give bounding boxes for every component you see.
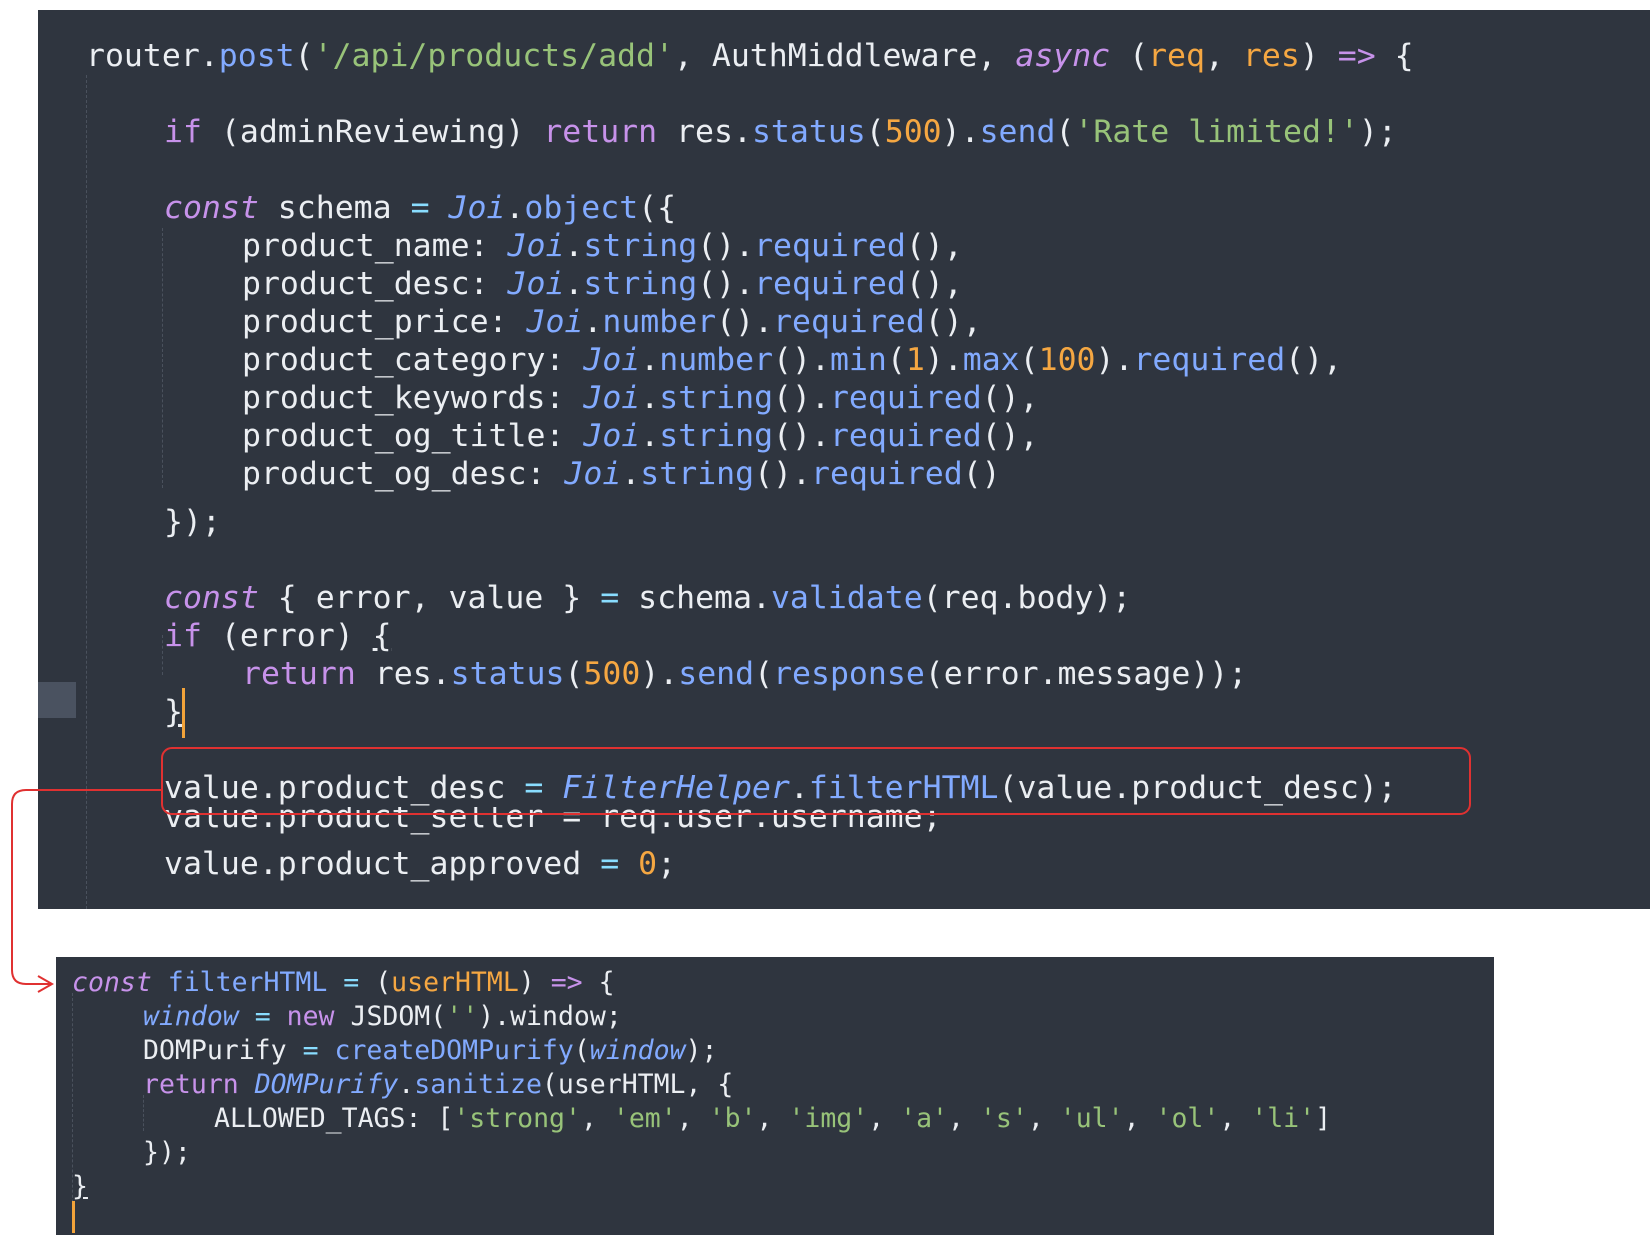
code-block-route-handler: router.post('/api/products/add', AuthMid… [38, 10, 1414, 882]
allowed-tag-string: 'ul' [1059, 1103, 1124, 1134]
gutter-marker [38, 682, 76, 718]
schema-field-key: product_og_desc [242, 456, 527, 492]
text-cursor [72, 1201, 75, 1233]
schema-field-line: product_og_desc: Joi.string().required() [242, 456, 1001, 492]
schema-field-key: product_keywords [242, 380, 546, 416]
code-editor-top[interactable]: router.post('/api/products/add', AuthMid… [38, 10, 1650, 909]
allowed-tag-string: 's' [979, 1103, 1028, 1134]
allowed-tag-string: 'a' [900, 1103, 949, 1134]
schema-field-line: product_price: Joi.number().required(), [242, 304, 982, 340]
code-line-18-highlighted: value.product_desc = FilterHelper.filter… [164, 770, 1397, 806]
code-line-1: const filterHTML = (userHTML) => { [72, 967, 615, 998]
code-line-7: } [72, 1171, 88, 1202]
schema-field-line: product_name: Joi.string().required(), [242, 228, 963, 264]
code-line-6: }); [143, 1137, 191, 1168]
code-block-filter-html: const filterHTML = (userHTML) => { windo… [56, 957, 1331, 1235]
arrow-head-icon [37, 975, 55, 993]
allowed-tag-string: 'strong' [453, 1103, 581, 1134]
indent-guide [162, 228, 163, 488]
allowed-tag-string: 'b' [708, 1103, 757, 1134]
schema-field-key: product_category [242, 342, 546, 378]
indent-guide [162, 635, 163, 675]
code-line-5: ALLOWED_TAGS: ['strong', 'em', 'b', 'img… [214, 1103, 1332, 1134]
code-line-14: if (error) { [164, 618, 392, 654]
code-line-20: value.product_approved = 0; [164, 846, 677, 882]
schema-field-line: product_category: Joi.number().min(1).ma… [242, 342, 1343, 378]
schema-field-line: product_og_title: Joi.string().required(… [242, 418, 1039, 454]
code-editor-bottom[interactable]: const filterHTML = (userHTML) => { windo… [56, 957, 1494, 1235]
code-line-2: window = new JSDOM('').window; [143, 1001, 622, 1032]
code-line-16: } [164, 694, 183, 730]
code-line-1: router.post('/api/products/add', AuthMid… [86, 38, 1414, 74]
allowed-tag-string: 'img' [788, 1103, 869, 1134]
code-line-2: if (adminReviewing) return res.status(50… [164, 114, 1397, 150]
schema-field-key: product_og_title [242, 418, 546, 454]
allowed-tag-string: 'li' [1251, 1103, 1316, 1134]
code-line-3: DOMPurify = createDOMPurify(window); [143, 1035, 718, 1066]
code-line-15: return res.status(500).send(response(err… [242, 656, 1248, 692]
schema-field-key: product_price [242, 304, 489, 340]
schema-field-constraints: min(1).max(100). [829, 342, 1134, 378]
code-line-4: return DOMPurify.sanitize(userHTML, { [143, 1069, 734, 1100]
schema-field-line: product_desc: Joi.string().required(), [242, 266, 963, 302]
code-line-13: const { error, value } = schema.validate… [164, 580, 1132, 616]
code-line-3: const schema = Joi.object({ [164, 190, 677, 226]
code-line-11: }); [164, 504, 221, 540]
text-cursor [182, 688, 185, 738]
schema-field-line: product_keywords: Joi.string().required(… [242, 380, 1039, 416]
allowed-tag-string: 'ol' [1155, 1103, 1220, 1134]
schema-field-key: product_name [242, 228, 470, 264]
schema-field-key: product_desc [242, 266, 470, 302]
allowed-tag-string: 'em' [612, 1103, 677, 1134]
code-line-19-clipped: value.product_seller = req.user.username… [164, 807, 942, 835]
